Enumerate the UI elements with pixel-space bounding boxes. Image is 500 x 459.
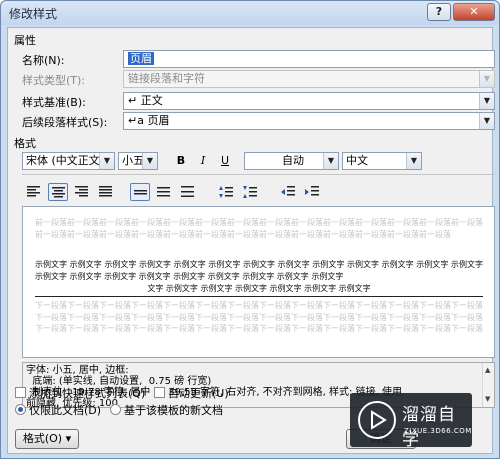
chevron-down-icon[interactable]: ▼	[323, 153, 338, 169]
chevron-down-icon[interactable]: ▼	[99, 153, 114, 169]
title-bar: 修改样式 ? ✕	[1, 1, 499, 25]
modify-style-dialog: 修改样式 ? ✕ 属性 名称(N): 页眉 样式类型(T): 链接段落和字符 ▼…	[0, 0, 500, 459]
preview-sample-text: 示例文字 示例文字 示例文字 示例文字 示例文字 示例文字 示例文字 示例文字 …	[35, 260, 483, 281]
align-right-icon[interactable]	[72, 183, 92, 201]
next-style-label: 后续段落样式(S):	[22, 116, 108, 129]
based-on-label: 样式基准(B):	[22, 96, 86, 109]
style-name-field[interactable]: 页眉	[123, 50, 495, 68]
based-on-value: ↵ 正文	[128, 94, 163, 107]
font-toolbar: 宋体 (中文正文) ▼ 小五 ▼ B I U 自动 ▼ 中文 ▼	[22, 152, 495, 170]
watermark: 溜溜自学 ZIXUE.3D66.COM	[350, 393, 472, 450]
paragraph-toolbar	[22, 183, 495, 201]
font-color-select[interactable]: 自动 ▼	[244, 152, 339, 170]
chevron-down-icon[interactable]: ▼	[479, 93, 494, 109]
justify-icon[interactable]	[96, 183, 116, 201]
bold-button[interactable]: B	[172, 152, 190, 170]
new-documents-label: 基于该模板的新文档	[124, 404, 223, 417]
chevron-down-icon[interactable]: ▼	[142, 153, 157, 169]
bottom-border-line	[35, 296, 483, 297]
preview-previous-paragraph: 前一段落前一段落前一段落前一段落前一段落前一段落前一段落前一段落前一段落前一段落…	[35, 218, 483, 239]
auto-update-label: 自动更新(U)	[168, 387, 229, 400]
font-name-select[interactable]: 宋体 (中文正文) ▼	[22, 152, 115, 170]
description-scrollbar[interactable]: ▲ ▼	[482, 363, 494, 407]
dialog-body: 属性 名称(N): 页眉 样式类型(T): 链接段落和字符 ▼ 样式基准(B):…	[7, 27, 495, 454]
align-center-icon[interactable]	[48, 183, 68, 201]
font-size-value: 小五	[122, 154, 144, 167]
watermark-url: ZIXUE.3D66.COM	[404, 427, 472, 435]
dialog-title: 修改样式	[9, 7, 58, 21]
space-after-icon[interactable]	[240, 183, 260, 201]
style-type-label: 样式类型(T):	[22, 74, 86, 87]
auto-update-checkbox[interactable]	[154, 387, 165, 398]
chevron-down-icon: ▼	[479, 71, 494, 87]
this-document-only-radio[interactable]	[15, 404, 26, 415]
style-name-label: 名称(N):	[22, 54, 65, 67]
properties-section-label: 属性	[14, 34, 36, 47]
chevron-down-icon[interactable]: ▼	[479, 113, 494, 129]
format-menu-button[interactable]: 格式(O) ▾	[15, 429, 79, 449]
one-half-spacing-icon[interactable]	[154, 183, 174, 201]
style-preview: 前一段落前一段落前一段落前一段落前一段落前一段落前一段落前一段落前一段落前一段落…	[22, 206, 495, 358]
align-left-icon[interactable]	[24, 183, 44, 201]
underline-button[interactable]: U	[216, 152, 234, 170]
play-logo-icon	[358, 401, 396, 439]
style-type-select: 链接段落和字符 ▼	[123, 70, 495, 88]
double-spacing-icon[interactable]	[178, 183, 198, 201]
single-spacing-icon[interactable]	[130, 183, 150, 201]
watermark-name: 溜溜自学	[402, 405, 456, 450]
chevron-down-icon[interactable]: ▼	[406, 153, 421, 169]
close-button[interactable]: ✕	[453, 3, 495, 21]
style-name-value: 页眉	[128, 52, 154, 65]
description-line: 字体: 小五, 居中, 边框:	[26, 365, 129, 376]
format-section-label: 格式	[14, 137, 36, 150]
script-select[interactable]: 中文 ▼	[342, 152, 422, 170]
based-on-select[interactable]: ↵ 正文 ▼	[123, 92, 495, 110]
this-document-only-label: 仅限此文档(D)	[29, 404, 102, 417]
next-style-value: ↵a 页眉	[128, 114, 170, 127]
font-size-select[interactable]: 小五 ▼	[118, 152, 158, 170]
help-button[interactable]: ?	[427, 3, 451, 21]
next-style-select[interactable]: ↵a 页眉 ▼	[123, 112, 495, 130]
font-name-value: 宋体 (中文正文)	[26, 154, 105, 167]
increase-indent-icon[interactable]	[302, 183, 322, 201]
font-color-value: 自动	[282, 154, 304, 167]
new-documents-radio[interactable]	[110, 404, 121, 415]
add-to-quick-style-checkbox[interactable]	[15, 387, 26, 398]
space-before-icon[interactable]	[216, 183, 236, 201]
divider	[22, 174, 495, 175]
script-value: 中文	[346, 154, 368, 167]
scroll-down-icon[interactable]: ▼	[485, 394, 490, 405]
preview-sample-last-line: 文字 示例文字 示例文字 示例文字 示例文字 示例文字 示例文字	[147, 284, 371, 293]
preview-next-paragraph: 下一段落下一段落下一段落下一段落下一段落下一段落下一段落下一段落下一段落下一段落…	[35, 301, 483, 334]
add-to-quick-style-label: 添加到快速样式列表(Q)	[29, 387, 146, 400]
scroll-up-icon[interactable]: ▲	[485, 365, 490, 376]
italic-button[interactable]: I	[194, 152, 212, 170]
decrease-indent-icon[interactable]	[278, 183, 298, 201]
style-type-value: 链接段落和字符	[128, 72, 205, 85]
